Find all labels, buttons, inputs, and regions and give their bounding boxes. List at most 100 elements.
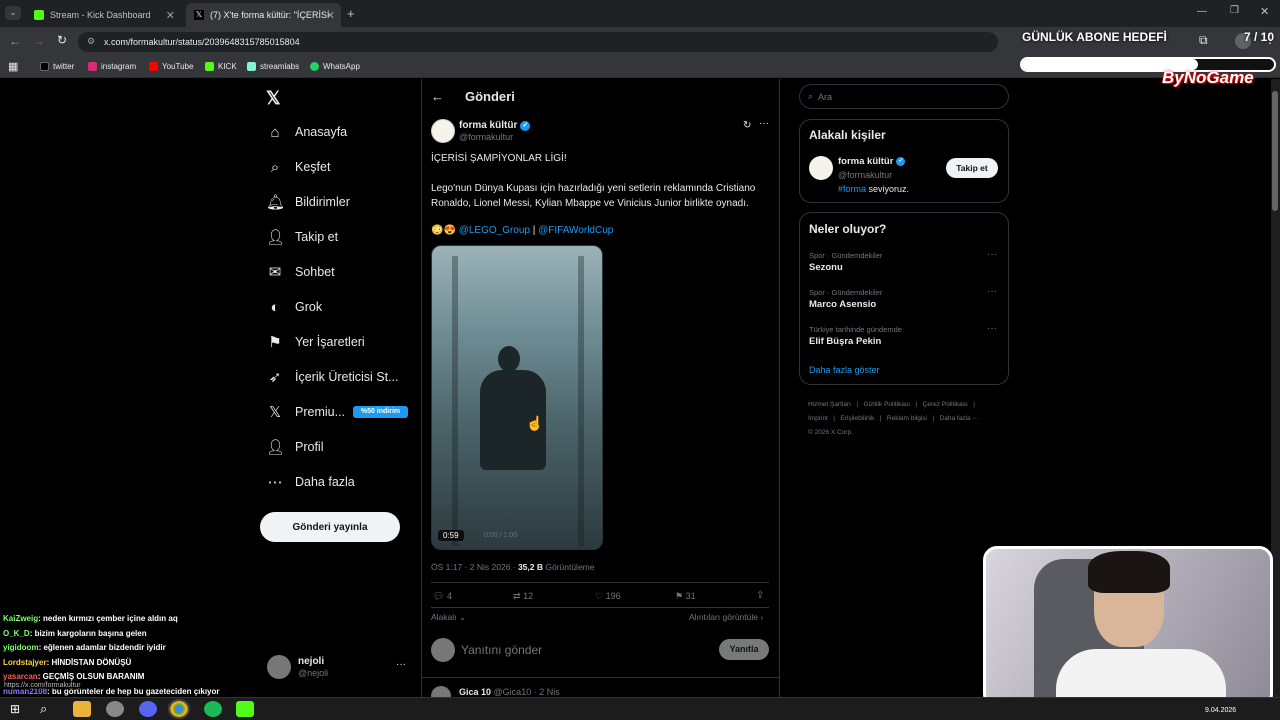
restore-icon[interactable]: ❐: [1230, 5, 1239, 16]
discord-icon[interactable]: [139, 701, 157, 717]
bookmark-stat[interactable]: ⚑ 31: [675, 591, 696, 602]
tab-x-post[interactable]: 𝕏 (7) X'te forma kültür: "İÇERİSİ Ş… ✕: [186, 3, 341, 27]
sidebar-item-9[interactable]: 𝕏 Premiu...: [266, 398, 345, 426]
author-avatar[interactable]: [431, 119, 455, 143]
account-name: nejoli: [298, 656, 325, 667]
footer-link[interactable]: Reklam bilgisi: [887, 415, 927, 422]
sub-goal-title: GÜNLÜK ABONE HEDEFİ: [1022, 30, 1167, 44]
chat-message: O_K_D: bizim kargoların başına gelen: [3, 629, 147, 638]
sidebar-item-5[interactable]: ✉ Sohbet: [266, 258, 335, 286]
like-stat[interactable]: ♡ 196: [595, 591, 621, 602]
bookmark-twitter[interactable]: twitter: [40, 62, 74, 71]
x-logo-icon: 𝕏: [268, 404, 282, 421]
bookmark-streamlabs[interactable]: streamlabs: [247, 62, 299, 71]
sidebar-item-4[interactable]: 👤︎ Takip et: [266, 223, 338, 251]
address-bar[interactable]: ⚙ x.com/formakultur/status/2039648315785…: [78, 32, 998, 52]
sidebar-item-1[interactable]: ⌂ Anasayfa: [266, 118, 347, 146]
search-input[interactable]: ⌕ Ara: [799, 84, 1009, 109]
scrollbar-thumb[interactable]: [1272, 91, 1278, 211]
reload-icon[interactable]: ↻: [57, 33, 67, 47]
apps-icon[interactable]: ▦: [8, 60, 18, 73]
relevant-sort[interactable]: Alakalı ⌄: [431, 612, 466, 623]
site-info-icon[interactable]: ⚙: [87, 36, 95, 47]
minimize-icon[interactable]: —: [1197, 6, 1207, 17]
bookmark-instagram[interactable]: instagram: [88, 62, 136, 71]
post-more-icon[interactable]: ···: [759, 118, 769, 129]
author-handle: @formakultur: [459, 132, 514, 142]
mention-lego[interactable]: @LEGO_Group: [459, 225, 530, 236]
close-tab-icon[interactable]: ✕: [166, 9, 175, 22]
back-icon[interactable]: ←: [9, 34, 21, 48]
reply-input[interactable]: Yanıtını gönder: [461, 643, 542, 657]
show-more-link[interactable]: Daha fazla göster: [809, 365, 880, 375]
sidebar-item-11[interactable]: ⋯ Daha fazla: [266, 468, 355, 496]
file-explorer-icon[interactable]: [73, 701, 91, 717]
footer-link[interactable]: Erişilebilirlik: [840, 415, 874, 422]
close-window-icon[interactable]: ✕: [1260, 5, 1269, 18]
follow-button[interactable]: Takip et: [946, 158, 998, 178]
trend-name[interactable]: Elif Büşra Pekin: [809, 336, 881, 347]
sidebar-item-label: Grok: [295, 300, 323, 314]
taskbar-search-icon[interactable]: ⌕: [40, 701, 47, 717]
account-avatar[interactable]: [267, 655, 291, 679]
author-name[interactable]: forma kültür ✓: [459, 120, 531, 131]
x-logo-icon[interactable]: 𝕏: [266, 88, 281, 109]
extensions-icon[interactable]: ⧉: [1199, 33, 1208, 48]
repost-stat[interactable]: ⇄ 12: [513, 591, 533, 602]
trend-more-icon[interactable]: ···: [987, 286, 997, 297]
app-icon[interactable]: [106, 701, 124, 717]
view-quotes-link[interactable]: Alıntıları görüntüle ›: [689, 612, 763, 622]
footer-link[interactable]: Çerez Politikası: [923, 401, 968, 408]
relevant-title: Alakalı kişiler: [809, 128, 886, 142]
footer-link[interactable]: Imprint: [808, 415, 828, 422]
share-icon[interactable]: ⇪: [756, 590, 764, 601]
video-player[interactable]: 0:59 0:00 / 1:00: [431, 245, 603, 550]
chat-message: Lordstajyer: HİNDİSTAN DÖNÜŞÜ: [3, 658, 131, 667]
footer-link[interactable]: Gizlilik Politikası: [864, 401, 911, 408]
chrome-icon[interactable]: [168, 699, 190, 719]
footer-link[interactable]: Hizmet Şartları: [808, 401, 851, 408]
windows-start-icon[interactable]: ⊞: [10, 702, 20, 716]
post-button[interactable]: Gönderi yayınla: [260, 512, 400, 542]
sidebar-item-8[interactable]: ➶ İçerik Üreticisi St...: [266, 363, 399, 391]
tab-search-button[interactable]: ⌄: [5, 6, 21, 20]
reply-button[interactable]: Yanıtla: [719, 639, 769, 660]
new-tab-button[interactable]: +: [347, 6, 355, 21]
relevant-name[interactable]: forma kültür ✓: [838, 156, 906, 167]
forward-icon[interactable]: →: [33, 34, 45, 48]
tab-kick-dashboard[interactable]: Stream - Kick Dashboard ✕: [26, 3, 181, 27]
sidebar-item-6[interactable]: ◐ Grok: [266, 293, 322, 321]
spotify-icon[interactable]: [204, 701, 222, 717]
sidebar-item-10[interactable]: 👤︎ Profil: [266, 433, 323, 461]
hashtag-link[interactable]: #forma: [838, 184, 866, 194]
video-silhouette: [498, 346, 520, 372]
copyright: © 2026 X Corp.: [808, 429, 853, 436]
video-duration: 0:59: [438, 530, 464, 541]
relevant-avatar[interactable]: [809, 156, 833, 180]
bookmark-whatsapp[interactable]: WhatsApp: [310, 62, 360, 71]
trend-more-icon[interactable]: ···: [987, 323, 997, 334]
back-arrow-icon[interactable]: ←: [431, 89, 444, 104]
bookmark-youtube[interactable]: YouTube: [149, 62, 193, 71]
sidebar-item-3[interactable]: 🔔︎ Bildirimler: [266, 188, 350, 216]
sidebar-item-label: Profil: [295, 440, 324, 454]
sidebar-item-7[interactable]: ⚑ Yer İşaretleri: [266, 328, 364, 356]
footer-link[interactable]: Daha fazla ···: [940, 415, 979, 422]
mention-fifa[interactable]: @FIFAWorldCup: [538, 225, 613, 236]
kick-app-icon[interactable]: [236, 701, 254, 717]
sidebar-item-2[interactable]: ⌕ Keşfet: [266, 153, 331, 181]
chat-message: yigidoom: eğlenen adamlar bizdendir iyid…: [3, 643, 166, 652]
trend-name[interactable]: Sezonu: [809, 262, 843, 273]
grok-icon[interactable]: ↻: [743, 120, 751, 131]
next-reply-author: Gica 10 @Gica10 · 2 Nis: [459, 687, 560, 697]
emoji-text: 😳😍: [431, 225, 456, 236]
reply-stat[interactable]: 💬︎ 4: [433, 591, 452, 602]
rocket-icon: ➶: [268, 369, 282, 386]
close-tab-icon[interactable]: ✕: [326, 9, 335, 22]
trend-more-icon[interactable]: ···: [987, 249, 997, 260]
sub-goal-count: 7 / 10: [1244, 30, 1275, 44]
account-more-icon[interactable]: ···: [396, 659, 406, 670]
trend-name[interactable]: Marco Asensio: [809, 299, 876, 310]
relevant-handle: @formakultur: [838, 170, 893, 180]
bookmark-kick[interactable]: KICK: [205, 62, 237, 71]
